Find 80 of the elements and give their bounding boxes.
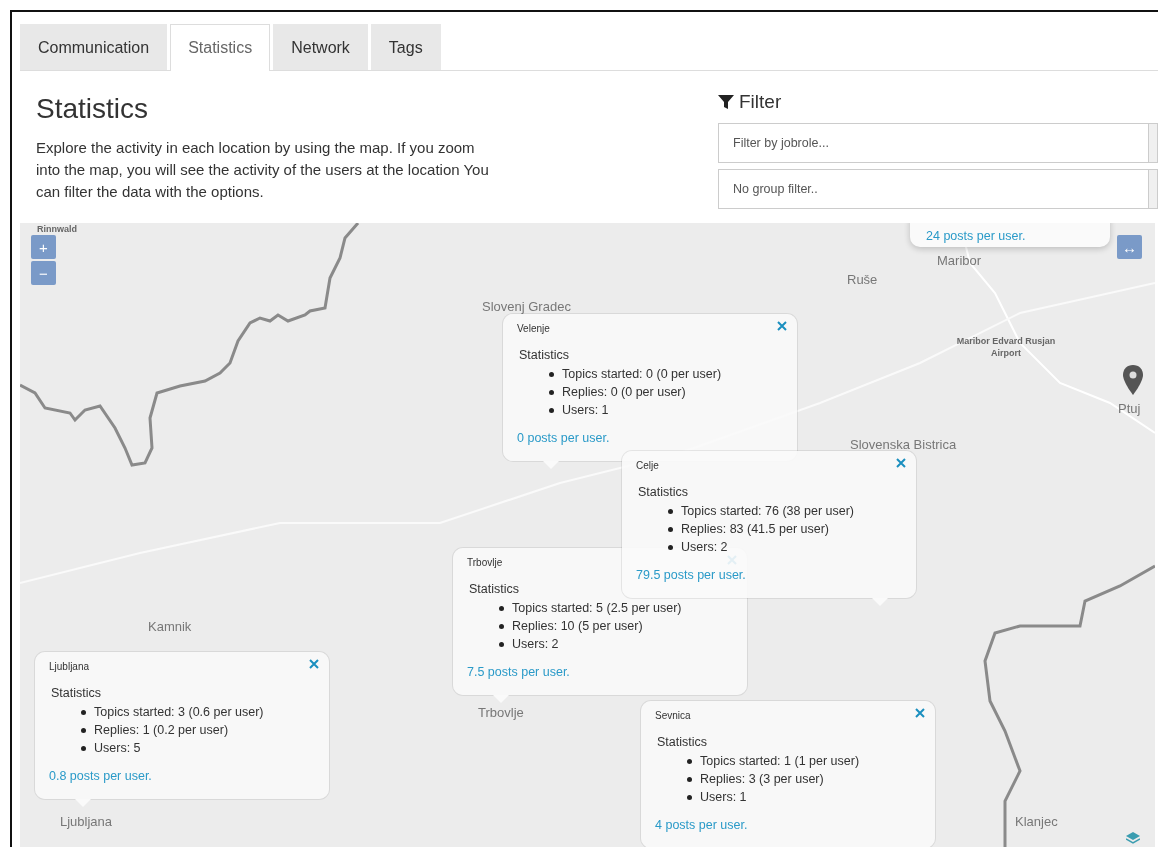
bullet-icon: [668, 508, 673, 514]
stat-item: Topics started: 5 (2.5 per user): [512, 601, 682, 615]
bullet-icon: [687, 758, 692, 764]
map-label: Klanjec: [1015, 814, 1058, 829]
popup-pointer: [493, 695, 509, 703]
popup-heading: Statistics: [657, 735, 708, 749]
map-label: Kamnik: [148, 619, 192, 634]
posts-link[interactable]: 4 posts per user.: [655, 818, 748, 832]
map-label: Slovenj Gradec: [482, 299, 571, 314]
popup-title: Velenje: [517, 323, 550, 334]
posts-link[interactable]: 7.5 posts per user.: [467, 665, 570, 679]
popup-pointer: [543, 461, 559, 469]
bullet-icon: [81, 745, 86, 751]
close-icon[interactable]: [896, 458, 906, 468]
filter-title: Filter: [739, 91, 782, 113]
zoom-out-button[interactable]: −: [31, 261, 56, 285]
map-label: Ptuj: [1118, 401, 1141, 416]
stat-item: Users: 1: [562, 403, 609, 417]
bullet-icon: [499, 641, 504, 647]
bullet-icon: [81, 727, 86, 733]
tab[interactable]: Tags: [370, 24, 441, 70]
stat-item: Replies: 3 (3 per user): [700, 772, 824, 786]
popup-heading: Statistics: [51, 686, 102, 700]
bullet-icon: [549, 371, 554, 377]
popup-title: Celje: [636, 460, 659, 471]
bullet-icon: [549, 389, 554, 395]
stat-item: Topics started: 3 (0.6 per user): [94, 705, 264, 719]
bullet-icon: [687, 794, 692, 800]
posts-link[interactable]: 0.8 posts per user.: [49, 769, 152, 783]
expand-button[interactable]: ↔: [1117, 235, 1142, 259]
popup-pointer: [872, 598, 888, 606]
popup-title: Sevnica: [655, 710, 691, 721]
tab[interactable]: Network: [273, 24, 368, 70]
map-label: Trbovlje: [478, 705, 524, 720]
bullet-icon: [549, 407, 554, 413]
stat-item: Topics started: 1 (1 per user): [700, 754, 860, 768]
stat-item: Users: 5: [94, 741, 141, 755]
close-icon[interactable]: [777, 321, 787, 331]
popup-heading: Statistics: [638, 485, 689, 499]
bullet-icon: [668, 544, 673, 550]
posts-link[interactable]: 79.5 posts per user.: [636, 568, 746, 582]
popup-pointer: [75, 799, 91, 807]
stat-item: Topics started: 0 (0 per user): [562, 367, 722, 381]
filter-icon: [718, 94, 734, 110]
stat-item: Replies: 0 (0 per user): [562, 385, 686, 399]
popup-title: Trbovlje: [467, 557, 503, 568]
close-icon[interactable]: [915, 708, 925, 718]
popup-heading: Statistics: [519, 348, 570, 362]
stat-item: Topics started: 76 (38 per user): [681, 504, 854, 518]
stat-item: Users: 2: [512, 637, 559, 651]
popup-heading: Statistics: [469, 582, 520, 596]
map-label: Maribor: [937, 253, 982, 268]
map-label: Ruše: [847, 272, 878, 287]
tab[interactable]: Statistics: [170, 24, 271, 71]
posts-link[interactable]: 0 posts per user.: [517, 431, 610, 445]
map-pin-icon[interactable]: [1123, 365, 1143, 395]
map-label: Ljubljana: [60, 814, 113, 829]
tab[interactable]: Communication: [20, 24, 168, 70]
bullet-icon: [499, 623, 504, 629]
layers-icon[interactable]: [1126, 832, 1140, 844]
stat-item: Users: 2: [681, 540, 728, 554]
popup-title: Ljubljana: [49, 661, 90, 672]
zoom-in-button[interactable]: +: [31, 235, 56, 259]
posts-link[interactable]: 24 posts per user.: [926, 229, 1026, 243]
map-label: Rinnwald: [37, 223, 77, 235]
bullet-icon: [81, 709, 86, 715]
map-label: Maribor Edvard Rusjan Airport: [956, 335, 1056, 359]
select-field[interactable]: No group filter..: [718, 169, 1148, 209]
stat-item: Users: 1: [700, 790, 747, 804]
bullet-icon: [668, 526, 673, 532]
select-field[interactable]: Filter by jobrole...: [718, 123, 1148, 163]
stat-item: Replies: 83 (41.5 per user): [681, 522, 829, 536]
page-title: Statistics: [36, 93, 150, 125]
stat-item: Replies: 1 (0.2 per user): [94, 723, 229, 737]
map-label: Slovenska Bistrica: [850, 437, 957, 452]
close-icon[interactable]: [309, 659, 319, 669]
bullet-icon: [687, 776, 692, 782]
bullet-icon: [499, 605, 504, 611]
stat-item: Replies: 10 (5 per user): [512, 619, 643, 633]
description: Explore the activity in each location by using the map. If you zoom into the map, you will see the activity of the users at the location You can filter the data with the options.: [36, 138, 490, 202]
